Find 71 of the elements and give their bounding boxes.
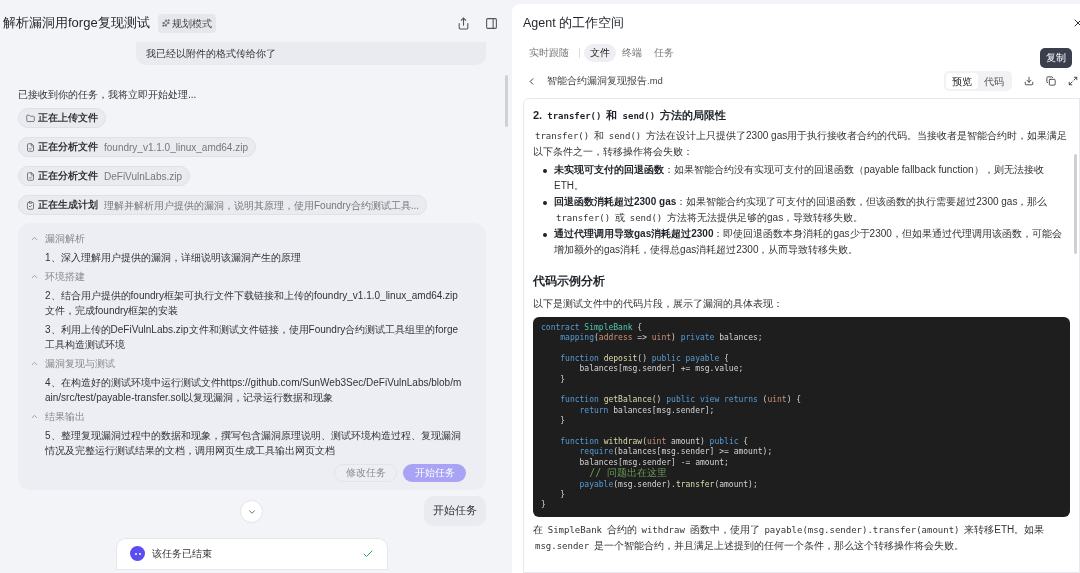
collapse-icon[interactable] — [30, 234, 39, 243]
code-line: } — [541, 500, 546, 511]
plan-section-title: 环境搭建 — [45, 270, 85, 284]
code-line: function withdraw(uint amount) public { — [559, 436, 749, 447]
collapse-icon[interactable] — [30, 412, 39, 421]
share-icon[interactable] — [457, 16, 470, 30]
section-heading: 代码示例分析 — [533, 272, 606, 290]
paragraph: 以下是测试文件中的代码片段，展示了漏洞的具体表现： — [533, 296, 784, 311]
sparkle-icon — [161, 19, 170, 27]
assistant-message: 已接收到你的任务，我将立即开始处理... — [18, 88, 198, 102]
code-line: function getBalance() public view returns (uint) { — [559, 395, 802, 406]
workspace-tab[interactable]: 任务 — [648, 44, 680, 62]
plan-step: 3、利用上传的DeFiVulnLabs.zip文件和测试文件链接，使用Foundry合约测试工具组里的forge工具构造测试环境 — [45, 322, 466, 352]
tooltip: 复制 — [1040, 48, 1072, 69]
bullet-icon — [543, 168, 547, 173]
status-icon — [26, 171, 35, 181]
panel-toggle-icon[interactable] — [485, 16, 498, 30]
code-line: balances[msg.sender] -= amount; — [578, 457, 729, 468]
paragraph: transfer() 和 send() 方法在设计上只提供了2300 gas用于执行接收者合约的代码。当接收者是智能合约时，如果满足以下条件之一，转移操作将会失败： — [533, 128, 1069, 159]
plan-step: 4、在构造好的测试环境中运行测试文件https://github.com/SunWeb3Sec/DeFiVulnLabs/blob/main/src/test/payable-transfer.sol以复现漏洞，记录运行数据和现象 — [45, 375, 466, 405]
plan-section-title: 结果输出 — [45, 410, 85, 424]
list-item: 未实现可支付的回退函数：如果智能合约没有实现可支付的回退函数（payable fallback function），则无法接收ETH。 — [554, 162, 1045, 193]
code-line: balances[msg.sender] += msg.value; — [578, 364, 744, 375]
status-icon — [26, 142, 35, 152]
plan-step: 1、深入理解用户提供的漏洞，详细说明该漏洞产生的原理 — [45, 250, 466, 265]
status-pill: 正在上传文件 — [18, 108, 106, 128]
chat-title: 解析漏洞用forge复现测试 — [3, 14, 150, 33]
status-icon — [26, 113, 35, 123]
status-pill: 正在生成计划 理解并解析用户提供的漏洞，说明其原理，使用Foundry合约测试工具... — [18, 195, 428, 215]
expand-icon[interactable] — [1068, 76, 1078, 86]
workspace-title: Agent 的工作空间 — [523, 14, 625, 32]
download-icon[interactable] — [1024, 76, 1034, 86]
status-text: 该任务已结束 — [152, 546, 213, 561]
plan-section-title: 漏洞复现与测试 — [45, 357, 115, 371]
bullet-icon — [543, 232, 547, 237]
plan-step: 5、整理复现漏洞过程中的数据和现象，撰写包含漏洞原理说明、测试环境构造过程、复现漏洞情况及完整运行测试结果的文档，调用网页生成工具输出网页文档 — [45, 428, 466, 458]
bullet-icon — [543, 200, 547, 205]
user-message: 开始任务 — [424, 496, 486, 526]
scrollbar[interactable] — [505, 75, 508, 127]
scrollbar[interactable] — [1074, 154, 1077, 254]
code-line: require(balances[msg.sender] >= amount); — [578, 447, 773, 458]
plan-section-title: 漏洞解析 — [45, 232, 85, 246]
code-line: mapping(address => uint) private balances; — [559, 332, 763, 344]
plan-step: 2、结合用户提供的foundry框架可执行文件下载链接和上传的foundry_v1.1.0_linux_amd64.zip文件，完成foundry框架的安装 — [45, 288, 466, 318]
section-heading: 2. transfer() 和 send() 方法的局限性 — [533, 108, 728, 123]
mode-tag: 规划模式 — [157, 13, 216, 33]
file-name: 智能合约漏洞复现报告.md — [547, 73, 664, 88]
view-mode-tab[interactable]: 预览 — [946, 73, 978, 89]
agent-avatar-icon — [130, 546, 145, 562]
workspace-tab[interactable]: 终端 — [616, 44, 648, 62]
code-line: } — [559, 416, 566, 427]
status-pill: 正在分析文件 foundry_v1.1.0_linux_amd64.zip — [18, 137, 256, 157]
copy-icon[interactable] — [1046, 76, 1056, 86]
workspace-tab[interactable]: 实时跟随 — [523, 44, 575, 62]
code-line: // 问题出在这里 — [589, 468, 668, 480]
code-line: payable(msg.sender).transfer(amount); — [578, 479, 758, 490]
user-message: 我已经以附件的格式传给你了 — [136, 42, 486, 65]
code-line: contract SimpleBank { — [541, 322, 643, 333]
status-pill: 正在分析文件 DeFiVulnLabs.zip — [18, 166, 190, 186]
collapse-icon[interactable] — [30, 272, 39, 281]
code-line: return balances[msg.sender]; — [578, 405, 715, 417]
workspace-tab[interactable]: 文件 — [584, 44, 616, 62]
code-line: } — [559, 489, 566, 501]
collapse-icon[interactable] — [30, 359, 39, 368]
view-mode-tab[interactable]: 代码 — [978, 73, 1010, 89]
code-line: function deposit() public payable { — [559, 353, 729, 364]
paragraph: 在 SimpleBank 合约的 withdraw 函数中，使用了 payable(msg.sender).transfer(amount) 来转移ETH。如果 msg.sender 是一个智能合约，并且满足上述提到的任何一个条件，那么这个转移操作将会失败。 — [533, 522, 1046, 553]
code-line: } — [559, 374, 566, 385]
status-icon — [26, 200, 35, 210]
list-item: 回退函数消耗超过2300 gas：如果智能合约实现了可支付的回退函数，但该函数的执行需要超过2300 gas，那么 transfer() 或 send() 方法将无法提供足够的gas，导致转移失败。 — [554, 194, 1049, 225]
list-item: 通过代理调用导致gas消耗超过2300：即使回退函数本身消耗的gas少于2300，但如果通过代理调用该函数，可能会增加额外的gas消耗，使得总gas消耗超过2300，从而导致转移失败。 — [554, 226, 1063, 257]
